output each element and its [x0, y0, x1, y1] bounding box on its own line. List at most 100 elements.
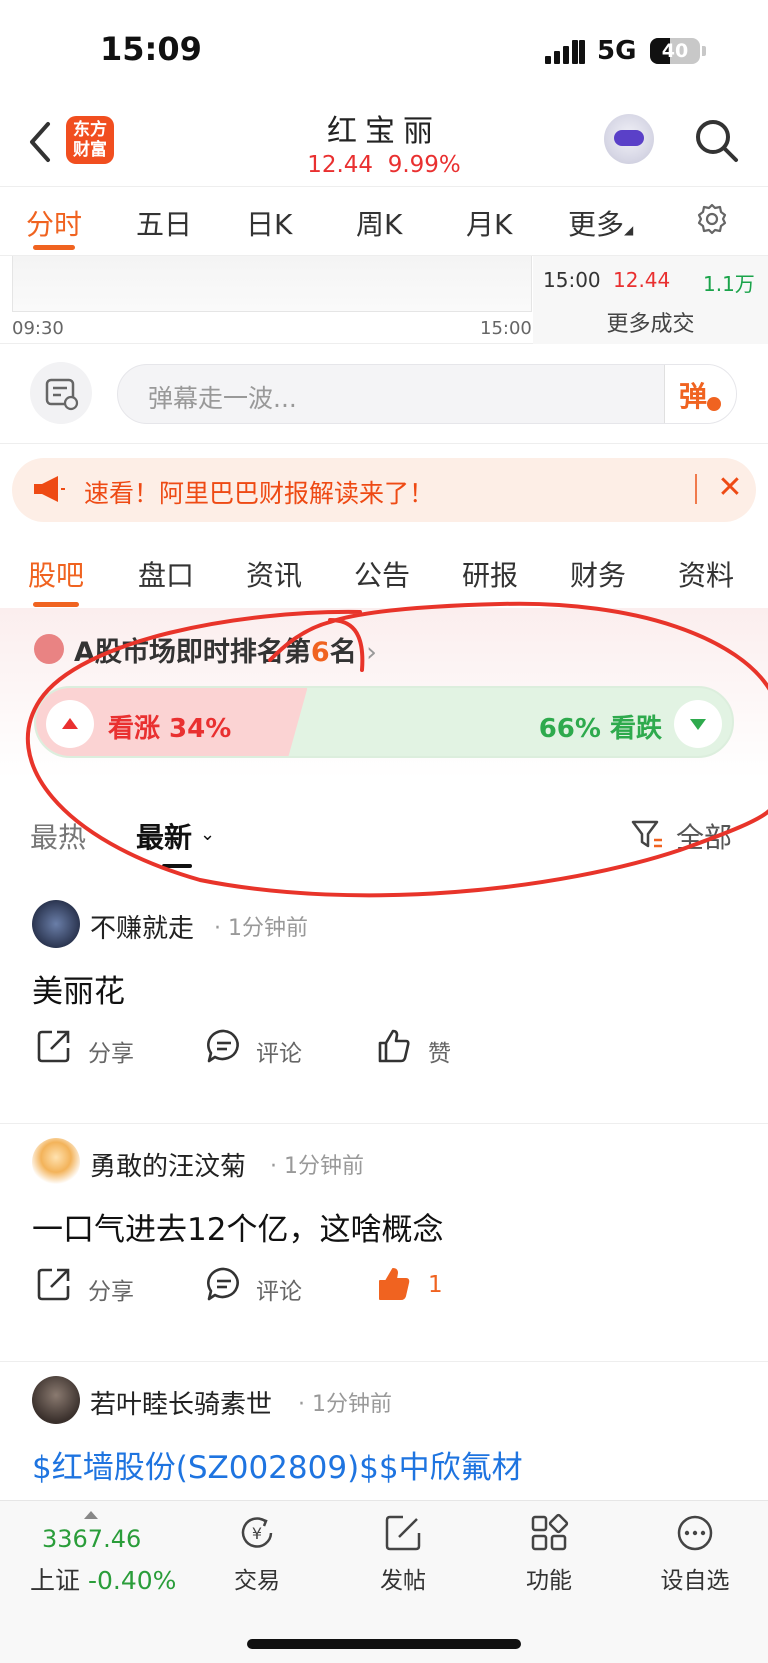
- bull-vote-button[interactable]: [46, 700, 94, 748]
- like-button[interactable]: 1: [376, 1266, 466, 1306]
- tab-research[interactable]: 研报: [462, 554, 518, 594]
- bottom-bar: 3367.46 上证 -0.40% ¥ 交易 发帖 功能 设自选: [0, 1500, 768, 1663]
- chart-period-tabs: 分时 五日 日K 周K 月K 更多◢: [0, 186, 768, 256]
- expand-up-icon[interactable]: [84, 1511, 98, 1519]
- sort-newest[interactable]: 最新: [136, 816, 192, 856]
- rank-prefix: A股市场即时排名第: [74, 637, 311, 668]
- sort-row: 最热 最新 ⌄ 全部: [0, 806, 768, 876]
- market-rank-link[interactable]: A股市场即时排名第6名 ›: [74, 630, 377, 669]
- comment-button[interactable]: 评论: [206, 1266, 316, 1306]
- sentiment-panel: A股市场即时排名第6名 › 看涨 34% 66% 看跌: [0, 608, 768, 778]
- post-author[interactable]: 若叶睦长骑素世: [90, 1384, 272, 1421]
- stock-header: 东方 财富 红宝丽 12.44 9.99%: [0, 100, 768, 186]
- share-label: 分享: [88, 1041, 134, 1067]
- intraday-chart-area[interactable]: [12, 256, 532, 312]
- promo-banner[interactable]: 速看！阿里巴巴财报解读来了！ ✕: [12, 458, 756, 522]
- post-item[interactable]: 不赚就走 · 1分钟前 美丽花 分享 评论 赞: [0, 886, 768, 1124]
- avatar[interactable]: [32, 900, 80, 948]
- danmaku-send-button[interactable]: 弹: [664, 365, 736, 423]
- nav-post[interactable]: 发帖: [353, 1513, 453, 1603]
- index-name: 上证: [30, 1566, 81, 1595]
- post-item[interactable]: 若叶睦长骑素世 · 1分钟前 $红墙股份(SZ002809)$$中欣氟材: [0, 1362, 768, 1502]
- tab-monthly-k[interactable]: 月K: [466, 203, 512, 243]
- comment-label: 评论: [256, 1041, 302, 1067]
- content-tabs: 股吧 盘口 资讯 公告 研报 财务 资料: [0, 534, 768, 608]
- share-icon: [37, 1268, 70, 1301]
- banner-divider: [695, 474, 697, 504]
- down-arrow-icon: [690, 719, 706, 730]
- gear-icon[interactable]: [694, 201, 730, 237]
- tab-pankou[interactable]: 盘口: [138, 554, 194, 594]
- banner-text: 速看！阿里巴巴财报解读来了！: [84, 479, 435, 508]
- avatar[interactable]: [32, 1138, 80, 1186]
- search-icon[interactable]: [692, 116, 740, 164]
- post-body-link[interactable]: $红墙股份(SZ002809)$$中欣氟材: [32, 1442, 523, 1487]
- post-time: · 1分钟前: [270, 1154, 364, 1179]
- danmaku-placeholder: 弹幕走一波...: [148, 384, 297, 413]
- note-settings-icon: [45, 378, 79, 411]
- bull-share-fill[interactable]: 看涨 34%: [36, 688, 307, 758]
- comment-button[interactable]: 评论: [206, 1028, 316, 1068]
- thumbs-up-icon: [379, 1268, 410, 1300]
- post-body[interactable]: 一口气进去12个亿，这啥概念: [32, 1204, 443, 1249]
- share-button[interactable]: 分享: [36, 1028, 146, 1068]
- chart-end-time: 15:00: [480, 318, 532, 339]
- sort-active-indicator: [162, 864, 192, 868]
- nav-trade-label: 交易: [234, 1568, 280, 1594]
- chevron-down-icon: ⌄: [200, 824, 216, 845]
- more-deals-link[interactable]: 更多成交: [533, 306, 768, 338]
- chevron-right-icon: ›: [366, 637, 377, 668]
- nav-add-watchlist-label: 设自选: [660, 1568, 730, 1594]
- close-icon[interactable]: ✕: [712, 470, 748, 506]
- comment-icon: [207, 1267, 239, 1301]
- post-time: · 1分钟前: [298, 1392, 392, 1417]
- check-badge-icon: [707, 397, 721, 411]
- nav-add-watchlist[interactable]: 设自选: [645, 1513, 745, 1603]
- post-time: · 1分钟前: [214, 916, 308, 941]
- trade-volume: 1.1万: [703, 272, 755, 296]
- up-arrow-icon: [62, 718, 78, 729]
- tab-more[interactable]: 更多◢: [568, 203, 633, 243]
- post-item[interactable]: 勇敢的汪汶菊 · 1分钟前 一口气进去12个亿，这啥概念 分享 评论 1: [0, 1124, 768, 1362]
- tab-intraday[interactable]: 分时: [26, 203, 82, 243]
- index-value[interactable]: 3367.46: [42, 1525, 141, 1553]
- trade-detail-panel: 15:00 12.44 1.1万 更多成交: [533, 256, 768, 344]
- tab-profile[interactable]: 资料: [678, 554, 734, 594]
- tab-daily-k[interactable]: 日K: [246, 203, 292, 243]
- like-button[interactable]: 赞: [376, 1028, 466, 1068]
- sort-hottest[interactable]: 最热: [30, 816, 86, 856]
- robot-visor: [614, 130, 644, 146]
- assistant-robot-icon[interactable]: [604, 114, 654, 164]
- tab-five-day[interactable]: 五日: [136, 203, 192, 243]
- comment-label: 评论: [256, 1279, 302, 1305]
- home-indicator[interactable]: [247, 1639, 521, 1649]
- battery-tip: [702, 46, 706, 56]
- nav-functions-label: 功能: [526, 1568, 572, 1594]
- tab-weekly-k[interactable]: 周K: [356, 203, 402, 243]
- index-ticker[interactable]: 上证 -0.40%: [30, 1561, 176, 1597]
- notes-button[interactable]: [30, 362, 92, 424]
- tab-news[interactable]: 资讯: [246, 554, 302, 594]
- tab-announcements[interactable]: 公告: [354, 554, 410, 594]
- share-icon: [37, 1030, 70, 1063]
- svg-text:¥: ¥: [252, 1524, 262, 1543]
- filter-icon[interactable]: [630, 818, 664, 852]
- status-bar: 15:09 5G 40: [0, 0, 768, 100]
- danmaku-input[interactable]: 弹幕走一波... 弹: [117, 364, 737, 424]
- network-label: 5G: [597, 36, 637, 66]
- share-button[interactable]: 分享: [36, 1266, 146, 1306]
- avatar[interactable]: [32, 1376, 80, 1424]
- like-count: 1: [428, 1272, 443, 1298]
- bear-label: 66% 看跌: [538, 714, 662, 744]
- post-body[interactable]: 美丽花: [32, 966, 125, 1011]
- bear-vote-button[interactable]: [674, 700, 722, 748]
- danmaku-send-label: 弹: [679, 380, 708, 413]
- nav-functions[interactable]: 功能: [499, 1513, 599, 1603]
- post-author[interactable]: 不赚就走: [90, 908, 194, 945]
- nav-trade[interactable]: ¥ 交易: [207, 1513, 307, 1603]
- post-author[interactable]: 勇敢的汪汶菊: [90, 1146, 246, 1183]
- filter-all[interactable]: 全部: [676, 816, 732, 856]
- tab-finance[interactable]: 财务: [570, 554, 626, 594]
- tab-guba[interactable]: 股吧: [28, 554, 84, 594]
- comment-icon: [207, 1029, 239, 1063]
